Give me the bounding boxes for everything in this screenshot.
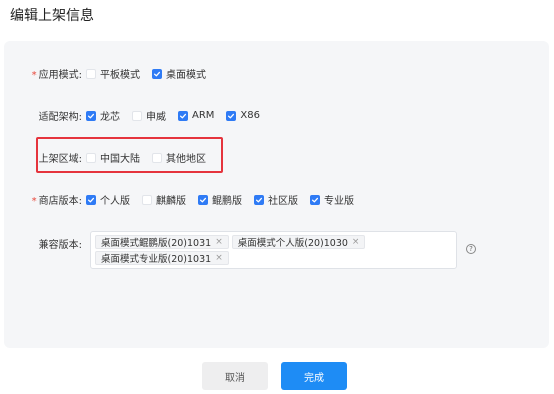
- edition-option[interactable]: 鲲鹏版: [198, 192, 242, 207]
- arch-options: 龙芯 申威 ARM X86: [86, 108, 272, 123]
- remove-tag-icon[interactable]: ×: [215, 253, 223, 263]
- compat-label: 兼容版本:: [38, 240, 82, 251]
- arch-label: 适配架构:: [38, 112, 82, 123]
- option-label: 申威: [146, 112, 166, 123]
- edition-option[interactable]: 专业版: [310, 192, 354, 207]
- option-label: 麒麟版: [156, 196, 186, 207]
- option-label: 个人版: [100, 196, 130, 207]
- arch-option[interactable]: 申威: [132, 108, 166, 123]
- edition-row: * 商店版本: 个人版 麒麟版 鲲鹏版 社区版 专业版: [0, 192, 366, 207]
- checkbox[interactable]: [86, 194, 96, 205]
- arch-option[interactable]: 龙芯: [86, 108, 120, 123]
- version-tag: 桌面模式鲲鹏版(20)1031 ×: [95, 235, 229, 249]
- area-label: 上架区域:: [38, 154, 82, 165]
- option-label: 平板模式: [100, 70, 140, 81]
- app-mode-option[interactable]: 平板模式: [86, 66, 140, 81]
- area-option[interactable]: 其他地区: [152, 150, 206, 165]
- checkbox[interactable]: [254, 194, 264, 205]
- checkbox[interactable]: [86, 152, 96, 163]
- checkbox[interactable]: [86, 68, 96, 79]
- area-options: 中国大陆 其他地区: [86, 150, 218, 165]
- arch-row: 适配架构: 龙芯 申威 ARM X86: [0, 108, 272, 123]
- checkbox[interactable]: [226, 110, 237, 121]
- option-label: 桌面模式: [166, 70, 206, 81]
- version-tag: 桌面模式专业版(20)1031 ×: [95, 251, 229, 265]
- option-label: 龙芯: [100, 112, 120, 123]
- version-tag-label: 桌面模式专业版(20)1031: [101, 254, 212, 265]
- option-label: X86: [240, 110, 260, 121]
- checkbox[interactable]: [152, 68, 162, 79]
- edition-label: * 商店版本:: [31, 196, 82, 207]
- app-mode-row: * 应用模式: 平板模式 桌面模式: [0, 66, 218, 81]
- app-mode-option[interactable]: 桌面模式: [152, 66, 206, 81]
- area-option[interactable]: 中国大陆: [86, 150, 140, 165]
- remove-tag-icon[interactable]: ×: [215, 237, 223, 247]
- version-tag-label: 桌面模式个人版(20)1030: [237, 238, 348, 249]
- app-mode-options: 平板模式 桌面模式: [86, 66, 218, 81]
- arch-option[interactable]: ARM: [178, 110, 214, 121]
- edition-option[interactable]: 个人版: [86, 192, 130, 207]
- checkbox[interactable]: [198, 194, 208, 205]
- checkbox[interactable]: [310, 194, 320, 205]
- app-mode-label: * 应用模式:: [31, 70, 82, 81]
- checkbox[interactable]: [178, 110, 188, 121]
- compat-select[interactable]: 桌面模式鲲鹏版(20)1031 × 桌面模式个人版(20)1030 × 桌面模式专业版(…: [90, 231, 457, 269]
- compat-row: 兼容版本:: [0, 233, 82, 251]
- checkbox[interactable]: [86, 110, 96, 121]
- option-label: 中国大陆: [100, 154, 140, 165]
- done-button[interactable]: 完成: [281, 362, 347, 390]
- arch-option[interactable]: X86: [226, 110, 260, 121]
- option-label: 社区版: [268, 196, 298, 207]
- option-label: 鲲鹏版: [212, 196, 242, 207]
- option-label: 专业版: [324, 196, 354, 207]
- option-label: ARM: [192, 110, 215, 121]
- checkbox[interactable]: [152, 152, 162, 163]
- required-mark: *: [31, 196, 37, 207]
- edition-option[interactable]: 社区版: [254, 192, 298, 207]
- checkbox[interactable]: [132, 110, 142, 121]
- checkbox[interactable]: [142, 194, 152, 205]
- page-title: 编辑上架信息: [10, 8, 94, 24]
- cancel-button[interactable]: 取消: [202, 362, 268, 390]
- option-label: 其他地区: [166, 154, 206, 165]
- area-row: 上架区域: 中国大陆 其他地区: [0, 150, 218, 165]
- required-mark: *: [31, 70, 37, 81]
- version-tag: 桌面模式个人版(20)1030 ×: [231, 235, 366, 249]
- version-tag-label: 桌面模式鲲鹏版(20)1031: [101, 238, 212, 249]
- remove-tag-icon[interactable]: ×: [352, 237, 360, 247]
- edition-options: 个人版 麒麟版 鲲鹏版 社区版 专业版: [86, 192, 366, 207]
- help-icon[interactable]: ?: [466, 244, 476, 254]
- edition-option[interactable]: 麒麟版: [142, 192, 186, 207]
